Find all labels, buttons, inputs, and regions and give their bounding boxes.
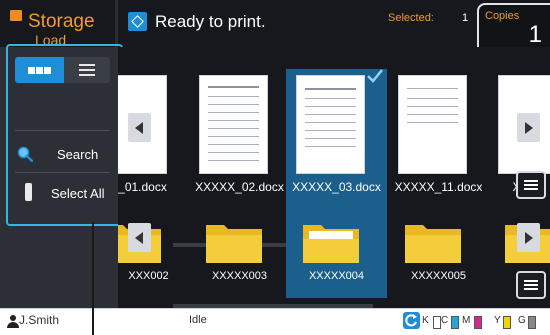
document-thumbnail [398,75,467,174]
search-label: Search [57,147,99,162]
status-info-icon [128,12,147,31]
print-storage-screen: Storage Load Ready to print. Selected: 1… [0,0,550,308]
folder-open-icon [303,225,359,263]
refresh-icon[interactable] [403,312,420,329]
sidebar-divider [15,130,110,131]
selected-count: 1 [462,12,469,24]
file-name: XXXXX_02.docx [195,180,284,194]
select-all-label: Select All [51,186,105,201]
folder-item-selected[interactable]: XXXXX004 [286,209,387,298]
folder-icon [206,225,262,263]
document-thumbnail [199,75,268,174]
storage-title: Storage [28,11,95,32]
search-icon [17,146,33,162]
storage-subtitle: Load [35,32,67,48]
file-item[interactable]: X_01.docx [118,69,189,219]
ink-level-m: M [462,315,482,329]
storage-load-tab[interactable]: Storage Load [10,10,118,48]
folder-icon [10,10,22,21]
folder-icon [405,225,461,263]
folder-name: XXX002 [128,270,169,282]
files-prev-button[interactable] [128,113,151,142]
folder-name: XXXXX004 [308,270,365,282]
ink-level-k: K [422,315,441,329]
files-menu-button[interactable] [516,171,546,199]
folder-item[interactable]: XXXXX005 [388,209,489,298]
file-name: X_01.docx [118,180,167,194]
search-button[interactable]: Search [15,138,110,168]
header-bar: Storage Load Ready to print. Selected: 1… [0,0,550,49]
callout-pointer-line [92,222,94,335]
file-item-selected[interactable]: XXXXX_03.docx [286,69,387,219]
check-icon [367,69,383,83]
folder-row: XXX002 XXXXX003 XXXXX004 XXXXX005 [118,209,550,304]
folder-item[interactable]: XXXXX003 [189,209,290,298]
copies-field[interactable]: Copies 1 [477,3,550,49]
ink-level-y: Y [494,315,511,329]
status-message: Ready to print. [155,12,266,31]
sidebar: Search Select All [0,47,118,308]
file-name: XXXXX_03.docx [292,180,381,194]
header-divider [115,0,118,47]
thumbnail-view-button[interactable] [15,57,64,83]
copies-label: Copies [485,10,520,22]
view-toggle [15,57,110,83]
file-item[interactable]: XXXXX_11.docx [388,69,489,219]
document-thumbnail [296,75,365,174]
folders-prev-button[interactable] [128,223,151,252]
folder-name: XXXXX003 [211,270,268,282]
folders-menu-button[interactable] [516,271,546,299]
selected-label: Selected: [388,12,434,24]
checkbox-icon [25,183,32,201]
user-icon [7,315,19,328]
files-next-button[interactable] [517,113,540,142]
list-view-button[interactable] [64,57,110,83]
file-browser: X_01.docx XXXXX_02.docx X [118,47,550,308]
status-bar: J.Smith Idle K C M Y G [0,308,550,335]
ink-level-c: C [441,315,459,329]
machine-state: Idle [189,314,207,326]
copies-value: 1 [528,21,542,48]
select-all-button[interactable]: Select All [15,177,110,207]
user-name[interactable]: J.Smith [19,313,59,327]
file-item[interactable]: XXXXX_02.docx [189,69,290,219]
sidebar-divider [15,172,110,173]
ink-level-g: G [518,315,536,329]
folders-next-button[interactable] [517,223,540,252]
folder-name: XXXXX005 [410,270,467,282]
